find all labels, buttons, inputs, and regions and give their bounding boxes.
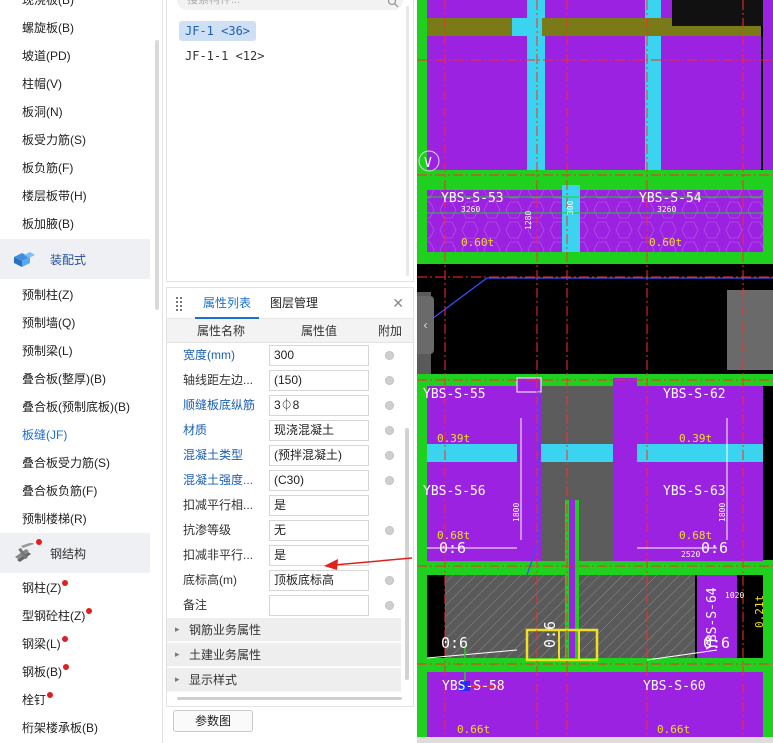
annotation-overlay (324, 557, 413, 570)
annotation-arrow-icon (324, 559, 338, 570)
canvas-status-strip (417, 737, 773, 743)
